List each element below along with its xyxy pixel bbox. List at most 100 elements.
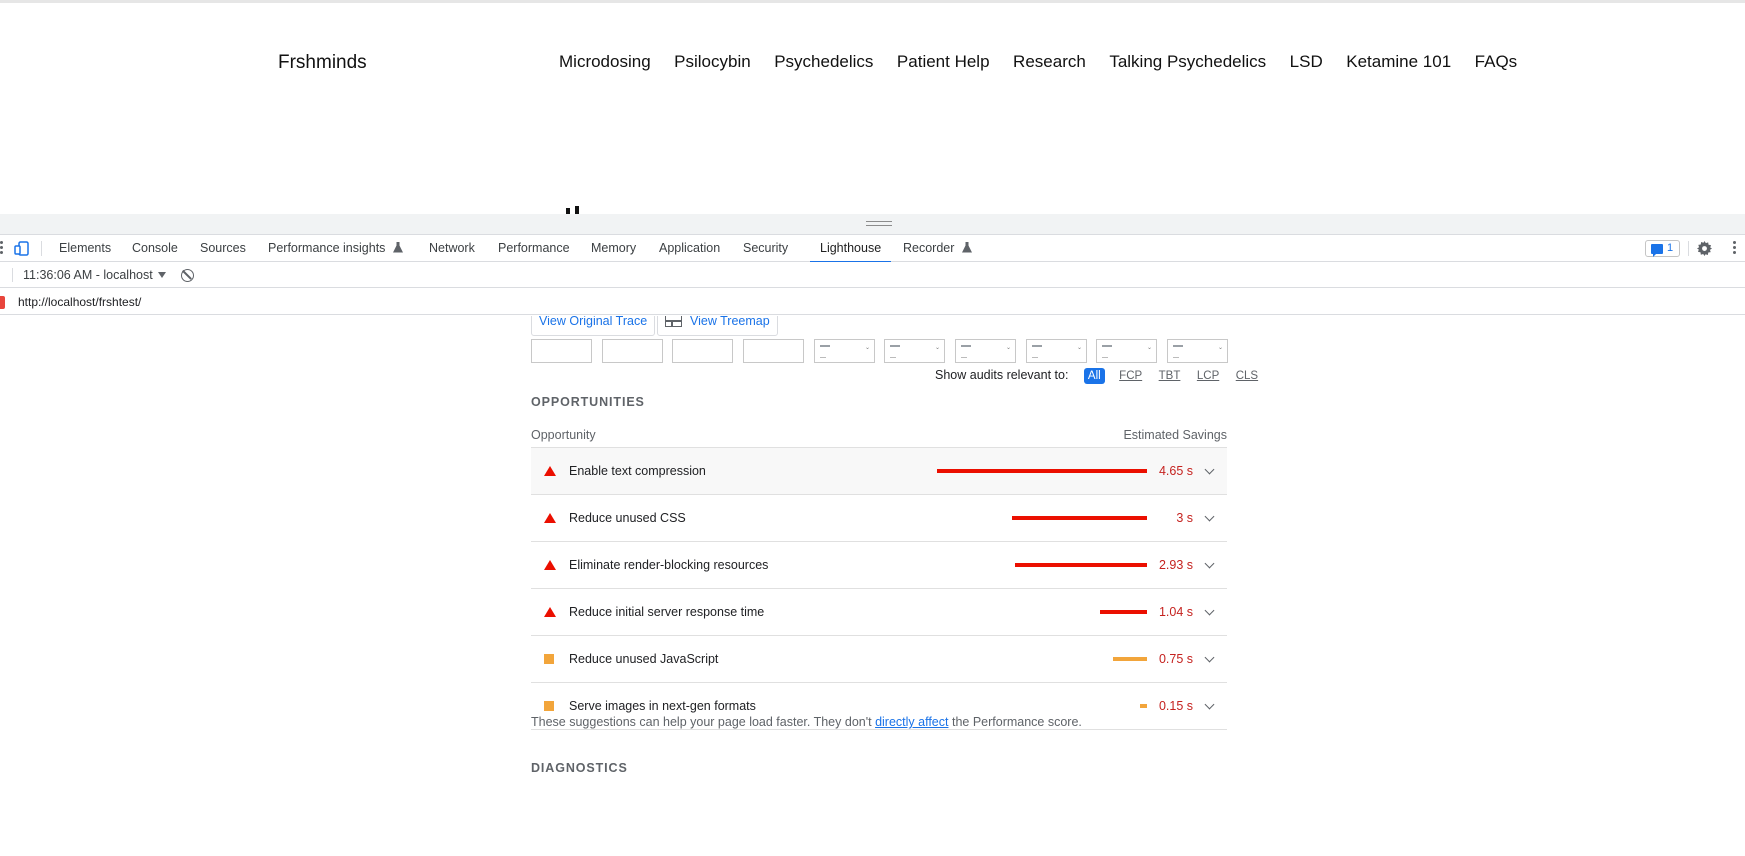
nav-item-talking-psychedelics[interactable]: Talking Psychedelics	[1109, 52, 1266, 72]
opportunity-row[interactable]: Enable text compression 4.65 s	[531, 448, 1227, 495]
chevron-down-icon[interactable]	[1204, 464, 1215, 475]
savings-value: 0.75 s	[1158, 652, 1193, 666]
dropdown-caret-icon	[157, 272, 166, 278]
chevron-down-icon[interactable]	[1204, 511, 1215, 522]
nav-item-ketamine-101[interactable]: Ketamine 101	[1346, 52, 1451, 72]
chevron-down-icon[interactable]	[1204, 699, 1215, 710]
opportunity-row[interactable]: Reduce initial server response time 1.04 …	[531, 589, 1227, 636]
view-treemap-button[interactable]: View Treemap	[657, 316, 778, 336]
fail-triangle-icon	[544, 607, 556, 617]
chevron-down-icon[interactable]	[1204, 652, 1215, 663]
filter-chip-tbt[interactable]: TBT	[1157, 368, 1183, 384]
message-icon	[1651, 244, 1663, 257]
filmstrip-frame	[743, 339, 804, 363]
tab-elements[interactable]: Elements	[59, 235, 111, 262]
lighthouse-report: View Original Trace View Treemap ⌄ ⌄ ⌄ ⌄…	[0, 316, 1745, 856]
settings-gear-icon[interactable]	[1697, 241, 1712, 256]
filmstrip-frame: ⌄	[1096, 339, 1157, 363]
filter-chip-all[interactable]: All	[1083, 368, 1105, 384]
tab-sources[interactable]: Sources	[200, 235, 246, 262]
devtools-resize-handle[interactable]	[0, 214, 1745, 235]
savings-bar	[937, 469, 1147, 473]
nav-item-psilocybin[interactable]: Psilocybin	[674, 52, 751, 72]
average-square-icon	[544, 701, 554, 711]
viewport-top-border	[0, 0, 1745, 3]
filmstrip-frame: ⌄	[1026, 339, 1087, 363]
fail-triangle-icon	[544, 560, 556, 570]
filmstrip-frame: ⌄	[884, 339, 945, 363]
filter-chip-lcp[interactable]: LCP	[1195, 368, 1221, 384]
site-nav: Microdosing Psilocybin Psychedelics Pati…	[559, 52, 1541, 72]
savings-bar	[1100, 610, 1147, 614]
opportunity-row[interactable]: Reduce unused CSS 3 s	[531, 495, 1227, 542]
opportunities-title: OPPORTUNITIES	[531, 395, 645, 409]
nav-item-research[interactable]: Research	[1013, 52, 1086, 72]
site-logo[interactable]: Frshminds	[278, 52, 367, 74]
filter-chip-fcp[interactable]: FCP	[1117, 368, 1144, 384]
savings-bar	[1140, 704, 1147, 708]
more-tools-icon[interactable]	[0, 241, 3, 255]
experiment-flask-icon	[961, 242, 972, 253]
savings-bar	[1113, 657, 1147, 661]
savings-value: 0.15 s	[1158, 699, 1193, 713]
devtools-tabbar: Elements Console Sources Performance ins…	[0, 235, 1745, 263]
tab-security[interactable]: Security	[743, 235, 788, 262]
tab-performance[interactable]: Performance	[498, 235, 570, 262]
opportunity-title: Reduce unused CSS	[569, 511, 686, 525]
chevron-down-icon[interactable]	[1204, 558, 1215, 569]
chevron-down-icon[interactable]	[1204, 605, 1215, 616]
tab-lighthouse[interactable]: Lighthouse	[809, 235, 892, 263]
opportunity-row[interactable]: Eliminate render-blocking resources 2.93 …	[531, 542, 1227, 589]
tab-memory[interactable]: Memory	[591, 235, 636, 262]
diagnostics-title: DIAGNOSTICS	[531, 761, 628, 775]
savings-value: 4.65 s	[1158, 464, 1193, 478]
clear-reports-icon[interactable]	[181, 269, 194, 282]
opportunities-header: Opportunity Estimated Savings	[531, 428, 1227, 448]
filmstrip: ⌄ ⌄ ⌄ ⌄ ⌄ ⌄	[531, 339, 1228, 363]
report-selector[interactable]: 11:36:06 AM - localhost	[23, 262, 166, 288]
report-url-bar: http://localhost/frshtest/	[0, 289, 1745, 315]
opportunity-row[interactable]: Reduce unused JavaScript 0.75 s	[531, 636, 1227, 683]
drag-grip-icon[interactable]	[866, 221, 892, 226]
report-url[interactable]: http://localhost/frshtest/	[18, 289, 141, 315]
view-original-trace-button[interactable]: View Original Trace	[531, 316, 656, 336]
directly-affect-link[interactable]: directly affect	[875, 715, 948, 729]
tab-performance-insights[interactable]: Performance insights	[268, 235, 403, 262]
toolbar-separator	[12, 268, 13, 282]
opportunities-list: Enable text compression 4.65 s Reduce unus…	[531, 448, 1227, 730]
filmstrip-frame	[531, 339, 592, 363]
website-viewport: Frshminds Microdosing Psilocybin Psyched…	[0, 0, 1745, 214]
filter-chip-cls[interactable]: CLS	[1234, 368, 1260, 384]
tab-application[interactable]: Application	[659, 235, 720, 262]
tab-network[interactable]: Network	[429, 235, 475, 262]
issues-badge[interactable]: 1	[1645, 240, 1680, 257]
filmstrip-frame: ⌄	[814, 339, 875, 363]
tab-console[interactable]: Console	[132, 235, 178, 262]
toolbar-separator	[41, 241, 42, 256]
device-toolbar-icon[interactable]	[14, 241, 30, 256]
savings-value: 3 s	[1176, 511, 1193, 525]
customize-menu-icon[interactable]	[1733, 241, 1736, 256]
filmstrip-frame	[602, 339, 663, 363]
tab-recorder[interactable]: Recorder	[903, 235, 972, 262]
opportunity-title: Enable text compression	[569, 464, 706, 478]
opportunity-title: Reduce unused JavaScript	[569, 652, 719, 666]
col-estimated-savings: Estimated Savings	[1123, 428, 1227, 442]
devtools-panel: Elements Console Sources Performance ins…	[0, 214, 1745, 856]
page-heading-fragment	[553, 202, 613, 214]
nav-item-patient-help[interactable]: Patient Help	[897, 52, 990, 72]
savings-value: 2.93 s	[1158, 558, 1193, 572]
opportunity-title: Reduce initial server response time	[569, 605, 765, 619]
opportunity-title: Eliminate render-blocking resources	[569, 558, 769, 572]
nav-item-lsd[interactable]: LSD	[1290, 52, 1323, 72]
average-square-icon	[544, 654, 554, 664]
filmstrip-frame: ⌄	[1167, 339, 1228, 363]
fail-triangle-icon	[544, 466, 556, 476]
nav-item-microdosing[interactable]: Microdosing	[559, 52, 651, 72]
audit-filter-label: Show audits relevant to:	[935, 368, 1069, 382]
filmstrip-frame	[672, 339, 733, 363]
nav-item-psychedelics[interactable]: Psychedelics	[774, 52, 873, 72]
fail-triangle-icon	[544, 513, 556, 523]
toolbar-separator	[1688, 241, 1689, 256]
nav-item-faqs[interactable]: FAQs	[1475, 52, 1518, 72]
